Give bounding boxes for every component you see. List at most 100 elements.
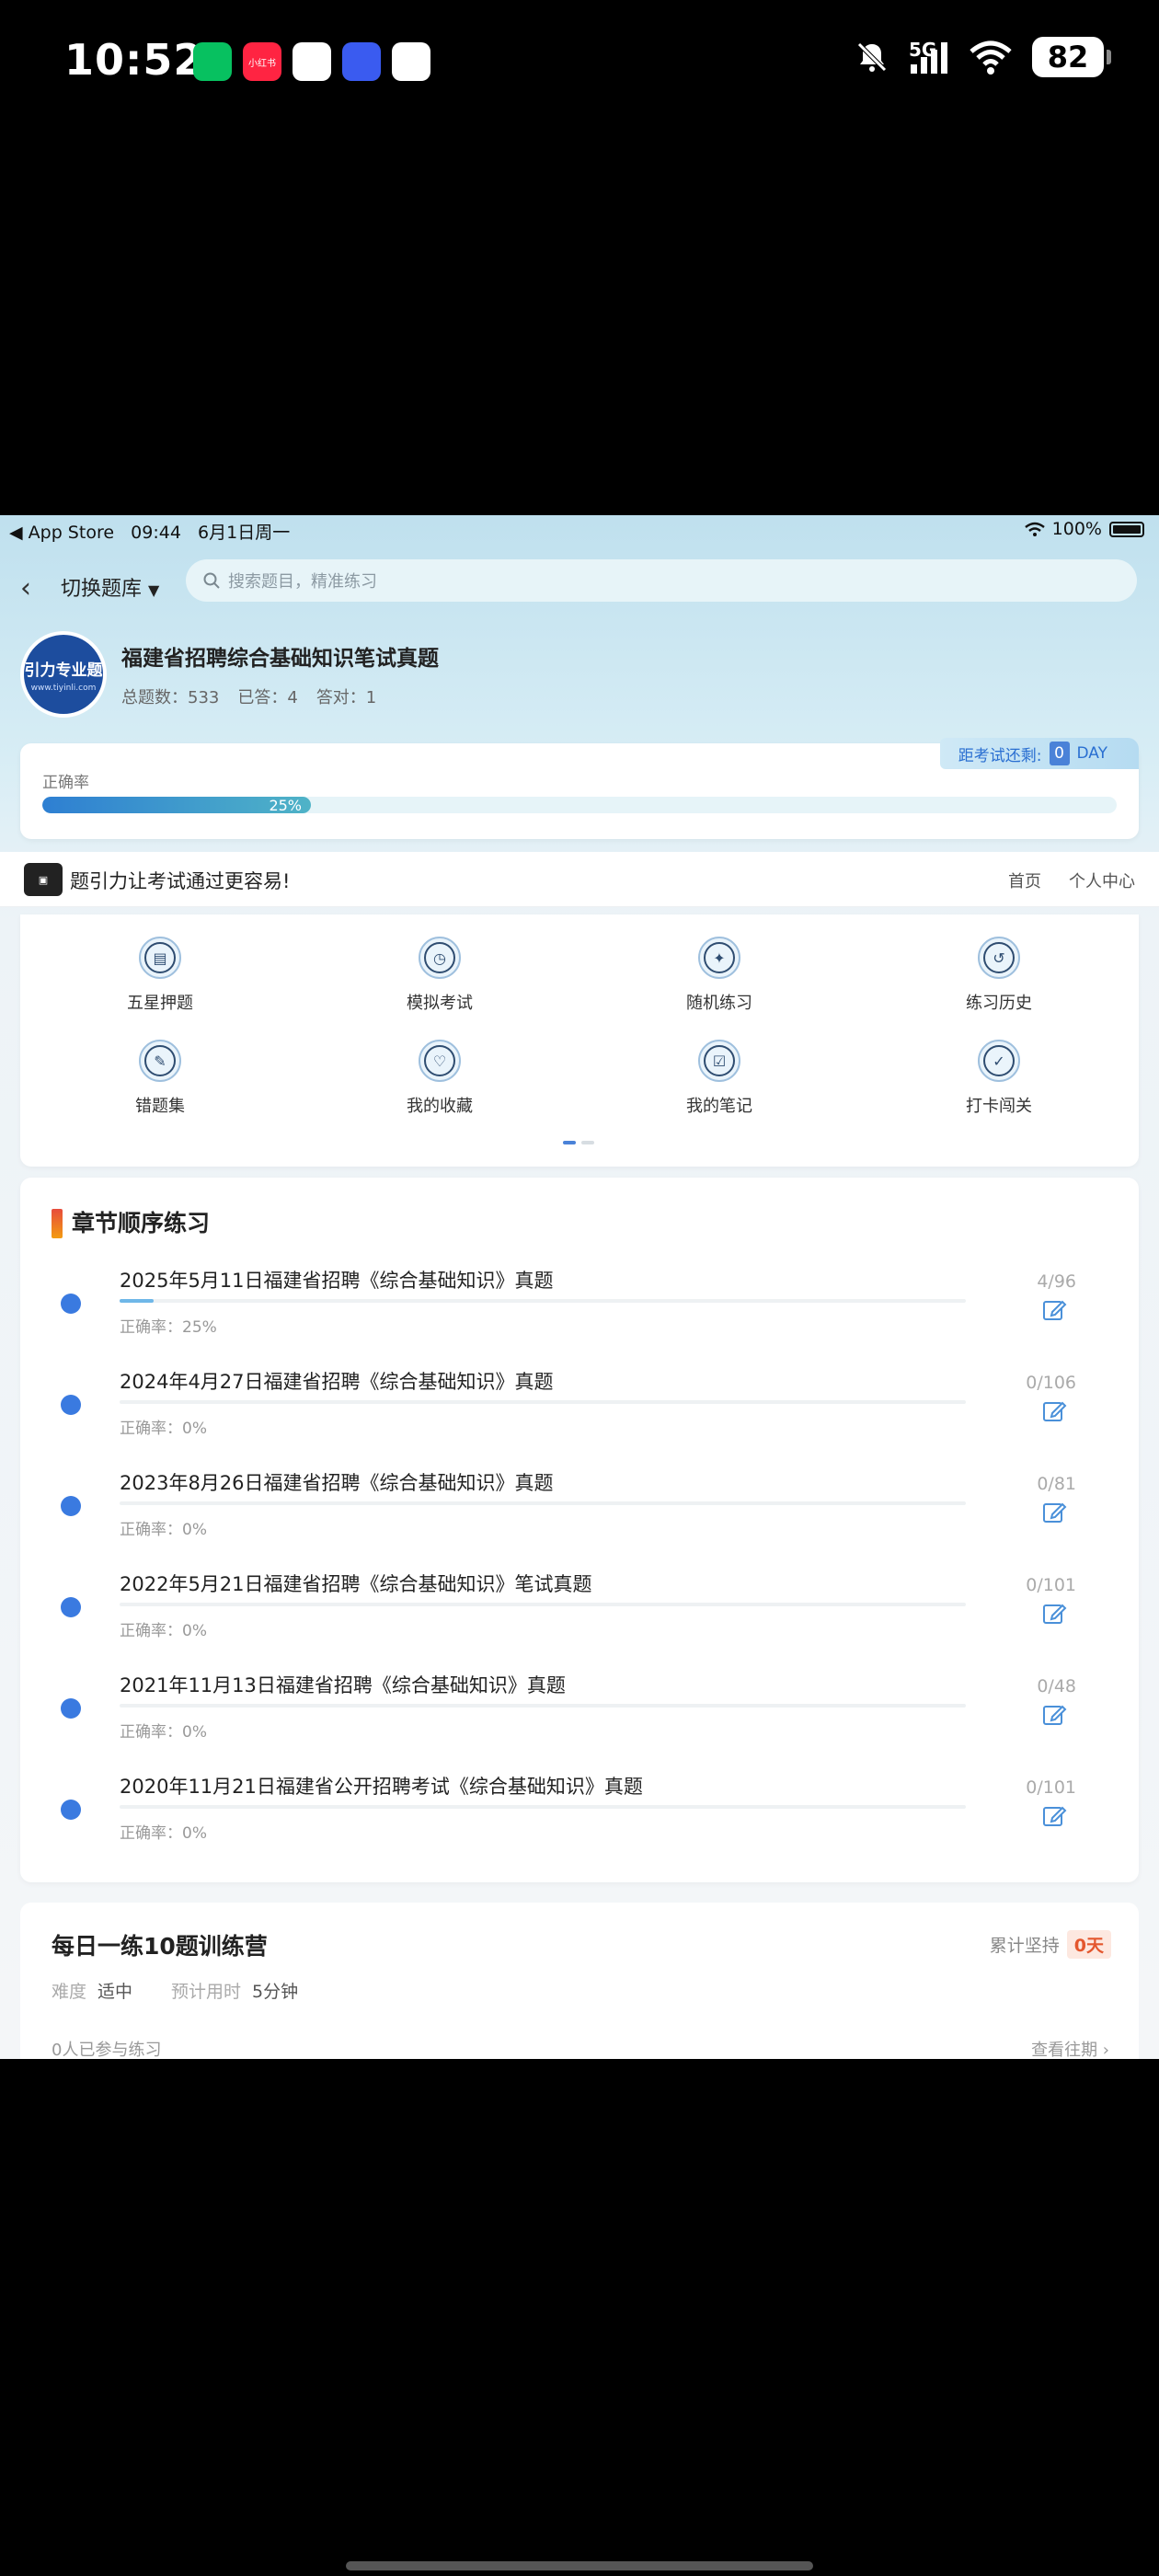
history-button[interactable]: ↺ 练习历史 bbox=[859, 937, 1139, 1014]
wrong-questions-button[interactable]: ✎ 错题集 bbox=[20, 1040, 300, 1117]
edit-icon[interactable] bbox=[1041, 1500, 1067, 1525]
participants-count: 0人已参与练习 bbox=[52, 2041, 162, 2059]
chapter-progress-bar bbox=[120, 1805, 966, 1809]
chapter-row[interactable]: 2023年8月26日福建省招聘《综合基础知识》真题 正确率：0% 0/81 bbox=[20, 1468, 1139, 1570]
accuracy-percent: 25% bbox=[269, 797, 302, 813]
signal-icon bbox=[911, 42, 947, 74]
home-link[interactable]: 首页 bbox=[1008, 868, 1041, 892]
chapter-progress-bar bbox=[120, 1603, 966, 1606]
favorite-button[interactable]: ♡ 我的收藏 bbox=[300, 1040, 580, 1117]
chapter-progress-bar bbox=[120, 1400, 966, 1404]
chapter-dot bbox=[61, 1597, 81, 1617]
top-nav: ‹ 切换题库 ▼ 搜索题目，精准练习 bbox=[0, 556, 1159, 615]
chapter-count: 0/106 bbox=[1026, 1373, 1076, 1393]
answered-count: 已答：4 bbox=[237, 688, 298, 707]
notes-button[interactable]: ☑ 我的笔记 bbox=[580, 1040, 859, 1117]
star-exam-button[interactable]: ▤ 五星押题 bbox=[20, 937, 300, 1014]
chapter-count: 0/101 bbox=[1026, 1575, 1076, 1595]
chapter-title: 章节顺序练习 bbox=[72, 1210, 211, 1236]
random-practice-icon: ✦ bbox=[698, 937, 740, 979]
xiaohongshu-app-icon: 小红书 bbox=[243, 42, 281, 81]
daily-practice-card[interactable]: 每日一练10题训练营 累计坚持 0天 难度 适中 预计用时 5分钟 0人已参与练… bbox=[20, 1903, 1139, 2059]
chapter-row[interactable]: 2020年11月21日福建省公开招聘考试《综合基础知识》真题 正确率：0% 0/10… bbox=[20, 1772, 1139, 1873]
wrong-questions-icon-glyph: ✎ bbox=[144, 1045, 176, 1076]
chapter-accuracy: 正确率：0% bbox=[120, 1824, 207, 1843]
daily-title: 每日一练10题训练营 bbox=[52, 1933, 268, 1960]
correct-count: 答对：1 bbox=[316, 688, 377, 707]
chapter-progress-fill bbox=[120, 1299, 154, 1303]
chapter-accuracy: 正确率：0% bbox=[120, 1723, 207, 1742]
slogan-links: 首页 个人中心 bbox=[1008, 868, 1135, 892]
edit-icon[interactable] bbox=[1041, 1398, 1067, 1424]
checkin-icon-glyph: ✓ bbox=[983, 1045, 1015, 1076]
caret-down-icon: ▼ bbox=[148, 581, 160, 599]
bank-logo: 引力专业题 www.tiyinli.com bbox=[20, 631, 107, 718]
time-key: 预计用时 bbox=[171, 1982, 242, 2002]
chapter-item-title: 2021年11月13日福建省招聘《综合基础知识》真题 bbox=[120, 1674, 566, 1696]
view-history-link[interactable]: 查看往期 › bbox=[1031, 2037, 1109, 2059]
notes-icon: ☑ bbox=[698, 1040, 740, 1082]
app-icon-4 bbox=[342, 42, 381, 81]
feature-label: 我的收藏 bbox=[407, 1097, 473, 1116]
switch-bank-button[interactable]: 切换题库 ▼ bbox=[61, 572, 159, 602]
search-icon bbox=[203, 572, 220, 589]
page-dots bbox=[563, 1141, 594, 1144]
feature-menu: ▤ 五星押题 ◷ 模拟考试 ✦ 随机练习 ↺ 练习历史 ✎ 错题集 ♡ 我的收藏 ☑ 我的笔记 ✓ 打卡闯关 bbox=[20, 914, 1139, 1167]
wrong-questions-icon: ✎ bbox=[139, 1040, 181, 1082]
chapter-accuracy: 正确率：25% bbox=[120, 1318, 217, 1337]
accuracy-label: 正确率 bbox=[42, 774, 89, 792]
search-input[interactable]: 搜索题目，精准练习 bbox=[186, 559, 1137, 602]
chapter-item-title: 2022年5月21日福建省招聘《综合基础知识》笔试真题 bbox=[120, 1573, 592, 1595]
wifi-icon bbox=[970, 40, 1012, 75]
chapter-dot bbox=[61, 1496, 81, 1516]
inner-battery-icon bbox=[1109, 521, 1144, 537]
chapter-row[interactable]: 2021年11月13日福建省招聘《综合基础知识》真题 正确率：0% 0/48 bbox=[20, 1671, 1139, 1772]
chapter-dot bbox=[61, 1294, 81, 1314]
system-status-bar: 10:52 小红书 5G 82 bbox=[0, 0, 1159, 129]
time-value: 5分钟 bbox=[252, 1982, 299, 2002]
feature-label: 模拟考试 bbox=[407, 994, 473, 1013]
question-bank-header: 引力专业题 www.tiyinli.com 福建省招聘综合基础知识笔试真题 总题… bbox=[20, 631, 1139, 732]
mock-exam-icon: ◷ bbox=[419, 937, 461, 979]
daily-meta: 难度 适中 预计用时 5分钟 bbox=[52, 1978, 326, 2003]
feature-label: 错题集 bbox=[135, 1097, 185, 1116]
exam-countdown: 距考试还剩: 0 DAY bbox=[939, 738, 1139, 769]
back-chevron-icon[interactable]: ‹ bbox=[20, 572, 31, 604]
feature-grid: ▤ 五星押题 ◷ 模拟考试 ✦ 随机练习 ↺ 练习历史 ✎ 错题集 ♡ 我的收藏 ☑ 我的笔记 ✓ 打卡闯关 bbox=[20, 937, 1139, 1117]
user-center-link[interactable]: 个人中心 bbox=[1069, 868, 1135, 892]
feature-label: 随机练习 bbox=[686, 994, 752, 1013]
edit-icon[interactable] bbox=[1041, 1297, 1067, 1323]
countdown-value: 0 bbox=[1049, 742, 1070, 765]
checkin-button[interactable]: ✓ 打卡闯关 bbox=[859, 1040, 1139, 1117]
edit-icon[interactable] bbox=[1041, 1702, 1067, 1728]
chapter-dot bbox=[61, 1800, 81, 1820]
chapter-row[interactable]: 2024年4月27日福建省招聘《综合基础知识》真题 正确率：0% 0/106 bbox=[20, 1367, 1139, 1468]
star-exam-icon: ▤ bbox=[139, 937, 181, 979]
edit-icon[interactable] bbox=[1041, 1601, 1067, 1627]
daily-footer: 0人已参与练习 查看往期 › bbox=[52, 2037, 1109, 2059]
chapter-count: 0/101 bbox=[1026, 1777, 1076, 1798]
page-dot-active bbox=[563, 1141, 576, 1144]
back-to-app-store[interactable]: ◀ App Store bbox=[9, 523, 114, 543]
chapter-row[interactable]: 2025年5月11日福建省招聘《综合基础知识》真题 正确率：25% 4/96 bbox=[20, 1266, 1139, 1367]
mock-exam-button[interactable]: ◷ 模拟考试 bbox=[300, 937, 580, 1014]
feature-label: 打卡闯关 bbox=[966, 1097, 1032, 1116]
feature-label: 练习历史 bbox=[966, 994, 1032, 1013]
inner-status-right: 100% bbox=[1024, 519, 1144, 539]
system-status-right: 82 bbox=[854, 37, 1111, 77]
inner-time: 09:44 bbox=[131, 523, 181, 543]
random-practice-button[interactable]: ✦ 随机练习 bbox=[580, 937, 859, 1014]
favorite-icon: ♡ bbox=[419, 1040, 461, 1082]
chapter-row[interactable]: 2022年5月21日福建省招聘《综合基础知识》笔试真题 正确率：0% 0/101 bbox=[20, 1570, 1139, 1671]
home-indicator[interactable] bbox=[346, 2561, 813, 2570]
feature-label: 我的笔记 bbox=[686, 1097, 752, 1116]
wechat-app-icon bbox=[193, 42, 232, 81]
chapter-practice-card: 章节顺序练习 2025年5月11日福建省招聘《综合基础知识》真题 正确率：25% 4… bbox=[20, 1178, 1139, 1882]
accuracy-card: 距考试还剩: 0 DAY 正确率 25% bbox=[20, 738, 1139, 839]
chapter-item-title: 2020年11月21日福建省公开招聘考试《综合基础知识》真题 bbox=[120, 1776, 643, 1798]
favorite-icon-glyph: ♡ bbox=[424, 1045, 455, 1076]
bank-logo-url: www.tiyinli.com bbox=[30, 683, 97, 693]
app-screen: ◀ App Store 09:44 6月1日周一 100% ‹ 切换题库 ▼ 搜… bbox=[0, 515, 1159, 2059]
mute-bell-icon bbox=[857, 42, 887, 72]
edit-icon[interactable] bbox=[1041, 1803, 1067, 1829]
